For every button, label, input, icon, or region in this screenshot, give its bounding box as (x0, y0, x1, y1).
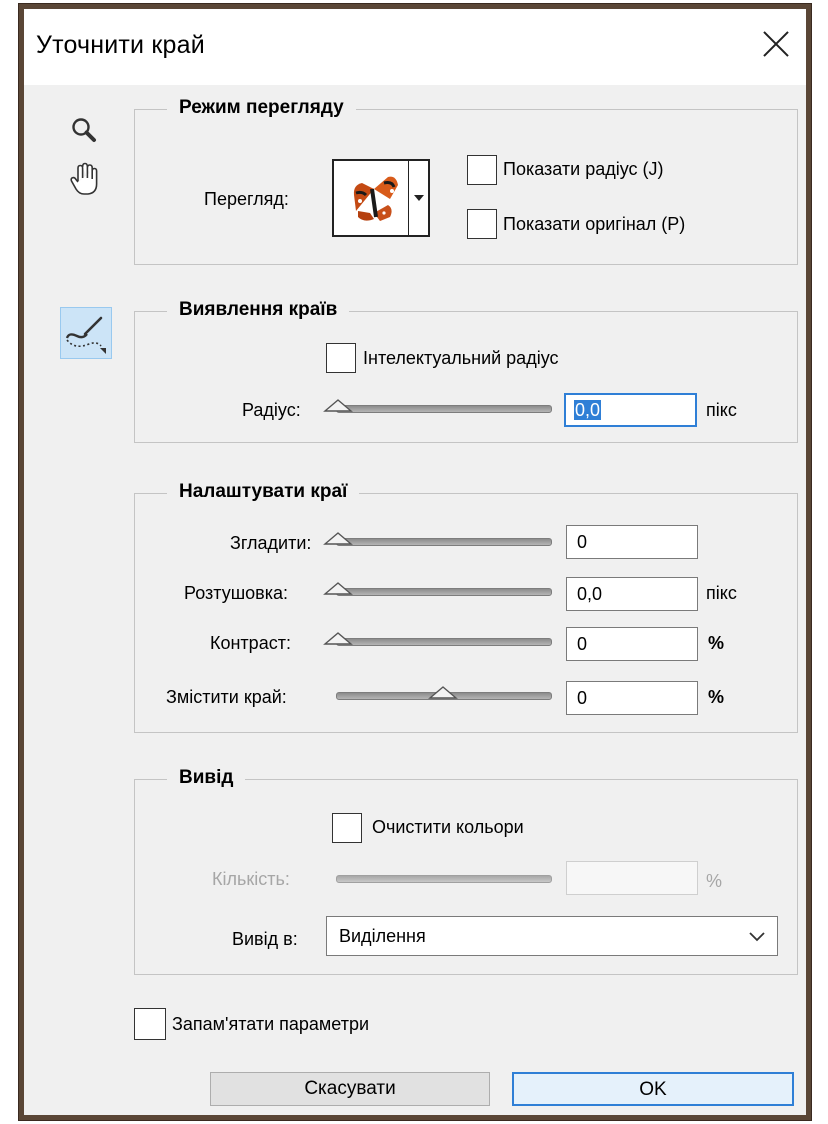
refine-radius-brush-icon[interactable] (60, 307, 112, 359)
chevron-down-icon (747, 929, 767, 943)
radius-slider-thumb[interactable] (323, 397, 353, 413)
contrast-value: 0 (577, 634, 588, 654)
show-radius-checkbox[interactable] (467, 155, 497, 185)
show-original-checkbox[interactable] (467, 209, 497, 239)
contrast-slider-thumb[interactable] (323, 630, 353, 646)
cancel-button[interactable]: Скасувати (210, 1072, 490, 1106)
close-icon[interactable] (759, 27, 793, 61)
radius-slider-track[interactable] (336, 405, 552, 413)
dropdown-chevron-icon[interactable] (408, 161, 428, 235)
view-mode-legend: Режим перегляду (167, 97, 356, 119)
feather-slider-thumb[interactable] (323, 580, 353, 596)
view-thumbnail-dropdown[interactable] (332, 159, 430, 237)
smart-radius-checkbox[interactable] (326, 343, 356, 373)
amount-label: Кількість: (212, 869, 290, 889)
adjust-edge-legend: Налаштувати краї (167, 481, 360, 503)
show-radius-label: Показати радіус (J) (503, 159, 664, 179)
smooth-label: Згладити: (230, 533, 312, 553)
feather-slider-track[interactable] (336, 588, 552, 596)
contrast-label: Контраст: (210, 633, 291, 653)
radius-label: Радіус: (242, 400, 301, 420)
smart-radius-label: Інтелектуальний радіус (363, 348, 559, 368)
output-to-value: Виділення (339, 926, 426, 946)
smooth-slider-track[interactable] (336, 538, 552, 546)
feather-unit: пікс (706, 583, 737, 603)
zoom-icon[interactable] (68, 115, 100, 147)
radius-input[interactable]: 0,0 (564, 393, 697, 427)
output-to-select[interactable]: Виділення (326, 916, 778, 956)
shift-edge-input[interactable]: 0 (566, 681, 698, 715)
view-mode-group: Режим перегляду (134, 97, 798, 265)
shift-edge-slider-thumb[interactable] (428, 684, 458, 700)
shift-edge-unit: % (708, 687, 725, 707)
contrast-unit: % (708, 633, 725, 653)
contrast-slider-track[interactable] (336, 638, 552, 646)
remember-settings-checkbox[interactable] (134, 1008, 166, 1040)
dialog-title: Уточнити край (36, 31, 205, 59)
ok-button[interactable]: OK (512, 1072, 794, 1106)
decontaminate-label: Очистити кольори (372, 817, 524, 837)
output-legend: Вивід (167, 767, 246, 789)
output-to-label: Вивід в: (232, 929, 298, 949)
edge-detection-group: Виявлення країв (134, 299, 798, 443)
amount-input (566, 861, 698, 895)
smooth-slider-thumb[interactable] (323, 530, 353, 546)
feather-value: 0,0 (577, 584, 603, 604)
view-label: Перегляд: (204, 189, 289, 209)
feather-label: Розтушовка: (184, 583, 289, 603)
radius-value: 0,0 (574, 400, 602, 420)
hand-icon[interactable] (68, 159, 104, 199)
amount-unit: % (706, 871, 723, 891)
edge-detection-legend: Виявлення країв (167, 299, 350, 321)
show-original-label: Показати оригінал (P) (503, 214, 686, 234)
amount-slider-track (336, 875, 552, 883)
contrast-input[interactable]: 0 (566, 627, 698, 661)
title-bar: Уточнити край (24, 9, 806, 85)
shift-edge-value: 0 (577, 688, 588, 708)
remember-settings-label: Запам'ятати параметри (172, 1014, 370, 1034)
radius-unit: пікс (706, 400, 737, 420)
smooth-value: 0 (577, 532, 588, 552)
smooth-input[interactable]: 0 (566, 525, 698, 559)
feather-input[interactable]: 0,0 (566, 577, 698, 611)
decontaminate-checkbox[interactable] (332, 813, 362, 843)
shift-edge-label: Змістити край: (166, 687, 287, 707)
dialog-window: Уточнити край Режим перегляду Перегляд: (19, 4, 811, 1120)
view-preview-image (334, 161, 408, 235)
